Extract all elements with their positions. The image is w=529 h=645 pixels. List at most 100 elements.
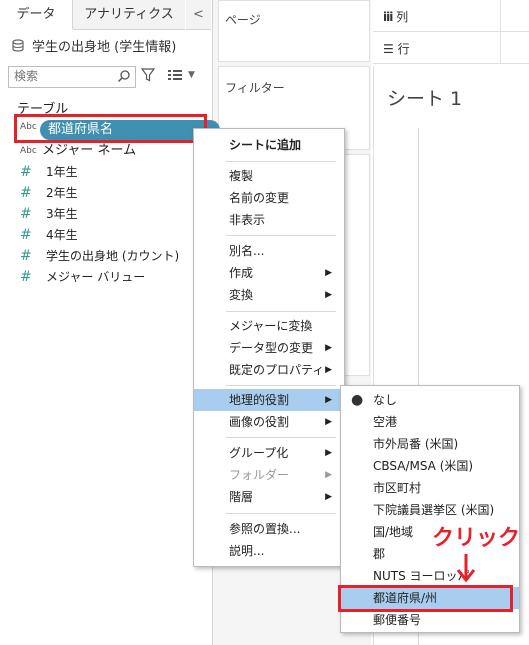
menu-item-duplicate[interactable]: 複製: [194, 165, 344, 187]
geo-role-none[interactable]: ● なし: [341, 389, 519, 411]
click-annotation-label: クリック: [432, 526, 521, 551]
string-type-icon: Abc: [20, 146, 37, 156]
rows-icon: ☰: [383, 42, 394, 56]
number-type-icon: #: [20, 248, 32, 264]
geo-role-congressional-district[interactable]: 下院議員選挙区 (米国): [341, 499, 519, 521]
submenu-arrow-icon: ▶: [325, 290, 332, 300]
menu-item-replace-references[interactable]: 参照の置換...: [194, 518, 344, 540]
field-item[interactable]: # 3年生: [20, 204, 78, 224]
menu-item-convert-to-measure[interactable]: メジャーに変換: [194, 315, 344, 337]
geo-role-area-code[interactable]: 市外局番 (米国): [341, 433, 519, 455]
submenu-arrow-icon: ▶: [325, 492, 332, 502]
menu-item-label: なし: [373, 393, 398, 407]
menu-item-add-to-sheet[interactable]: シートに追加: [194, 134, 344, 156]
columns-label: 列: [396, 10, 409, 24]
menu-separator: [226, 437, 336, 438]
rows-shelf-label: ☰ 行: [383, 40, 410, 57]
menu-item-group-by[interactable]: グループ化 ▶: [194, 442, 344, 464]
field-label: 3年生: [46, 207, 78, 221]
data-pane: データ アナリティクス < 学生の出身地 (学生情報) ▼ テーブル Abc 都…: [0, 0, 220, 645]
field-item[interactable]: Abc メジャー ネーム: [20, 141, 136, 161]
menu-item-label: 既定のプロパティ: [229, 363, 325, 377]
menu-item-image-role[interactable]: 画像の役割 ▶: [194, 411, 344, 433]
field-label: 2年生: [46, 186, 78, 200]
number-type-icon: #: [20, 164, 32, 180]
geo-role-nuts-europe[interactable]: NUTS ヨーロッパ: [341, 565, 519, 587]
rows-shelf[interactable]: ☰ 行: [373, 32, 529, 64]
menu-item-label: 地理的役割: [229, 393, 290, 407]
search-box[interactable]: [8, 66, 136, 88]
search-icon[interactable]: [117, 69, 131, 83]
tab-analytics[interactable]: アナリティクス: [73, 0, 185, 30]
number-type-icon: #: [20, 269, 32, 285]
sheet-title[interactable]: シート 1: [387, 84, 462, 111]
datasource-item[interactable]: 学生の出身地 (学生情報): [10, 36, 176, 55]
chevron-down-icon[interactable]: ▼: [188, 70, 195, 80]
filters-card-title: フィルター: [225, 81, 285, 95]
field-item[interactable]: # 4年生: [20, 225, 78, 245]
menu-separator: [226, 385, 336, 386]
arrow-down-icon: [456, 554, 476, 583]
highlight-box: [338, 585, 513, 612]
submenu-arrow-icon: ▶: [325, 448, 332, 458]
submenu-arrow-icon: ▶: [325, 470, 332, 480]
submenu-arrow-icon: ▶: [325, 268, 332, 278]
menu-item-geographic-role[interactable]: 地理的役割 ▶: [194, 389, 344, 411]
menu-item-aliases[interactable]: 別名...: [194, 240, 344, 262]
menu-item-hide[interactable]: 非表示: [194, 209, 344, 231]
geo-role-airport[interactable]: 空港: [341, 411, 519, 433]
submenu-arrow-icon: ▶: [325, 343, 332, 353]
menu-item-label: 変換: [229, 288, 254, 302]
highlight-box: [14, 114, 207, 143]
pages-card[interactable]: ページ: [218, 0, 370, 62]
columns-shelf[interactable]: iii 列: [373, 0, 529, 32]
menu-item-label: グループ化: [229, 446, 289, 460]
menu-item-folder[interactable]: フォルダー ▶: [194, 464, 344, 486]
shelf-divider: [500, 0, 501, 31]
number-type-icon: #: [20, 227, 32, 243]
tab-data[interactable]: データ: [0, 0, 73, 29]
menu-item-transform[interactable]: 変換 ▶: [194, 284, 344, 306]
collapse-pane-button[interactable]: <: [186, 0, 211, 30]
field-label: メジャー バリュー: [46, 270, 146, 284]
field-label: メジャー ネーム: [42, 143, 137, 158]
columns-shelf-label: iii 列: [383, 8, 408, 25]
menu-item-create[interactable]: 作成 ▶: [194, 262, 344, 284]
menu-item-hierarchy[interactable]: 階層 ▶: [194, 486, 344, 508]
geo-role-city[interactable]: 市区町村: [341, 477, 519, 499]
field-item[interactable]: # 2年生: [20, 183, 78, 203]
field-label: 4年生: [46, 228, 78, 242]
number-type-icon: #: [20, 185, 32, 201]
submenu-arrow-icon: ▶: [325, 395, 332, 405]
menu-item-label: 作成: [229, 266, 254, 280]
menu-item-change-data-type[interactable]: データ型の変更 ▶: [194, 337, 344, 359]
geo-role-zip-code[interactable]: 郵便番号: [341, 609, 519, 631]
menu-separator: [226, 235, 336, 236]
geo-role-cbsa-msa[interactable]: CBSA/MSA (米国): [341, 455, 519, 477]
rows-label: 行: [397, 42, 410, 56]
menu-item-label: 階層: [229, 490, 254, 504]
field-item[interactable]: # メジャー バリュー: [20, 267, 145, 287]
menu-item-default-properties[interactable]: 既定のプロパティ ▶: [194, 359, 344, 381]
list-view-icon[interactable]: [167, 68, 183, 82]
pages-card-title: ページ: [225, 13, 261, 27]
shelf-divider: [500, 32, 501, 63]
selected-bullet-icon: ●: [351, 392, 364, 408]
field-label: 学生の出身地 (カウント): [46, 249, 180, 263]
number-type-icon: #: [20, 206, 32, 222]
datasource-icon: [12, 38, 24, 52]
search-input[interactable]: [9, 67, 114, 85]
field-label: 1年生: [46, 165, 78, 179]
menu-item-label: 画像の役割: [229, 415, 290, 429]
filter-icon[interactable]: [141, 68, 155, 82]
datasource-name: 学生の出身地 (学生情報): [32, 40, 177, 55]
menu-item-describe[interactable]: 説明...: [194, 540, 344, 562]
field-context-menu: シートに追加 複製 名前の変更 非表示 別名... 作成 ▶ 変換 ▶ メジャー…: [193, 128, 345, 567]
menu-separator: [226, 311, 336, 312]
menu-separator: [226, 161, 336, 162]
menu-item-rename[interactable]: 名前の変更: [194, 187, 344, 209]
field-item[interactable]: # 1年生: [20, 162, 78, 182]
field-item[interactable]: # 学生の出身地 (カウント): [20, 246, 179, 266]
submenu-arrow-icon: ▶: [325, 365, 332, 375]
columns-icon: iii: [383, 10, 393, 24]
